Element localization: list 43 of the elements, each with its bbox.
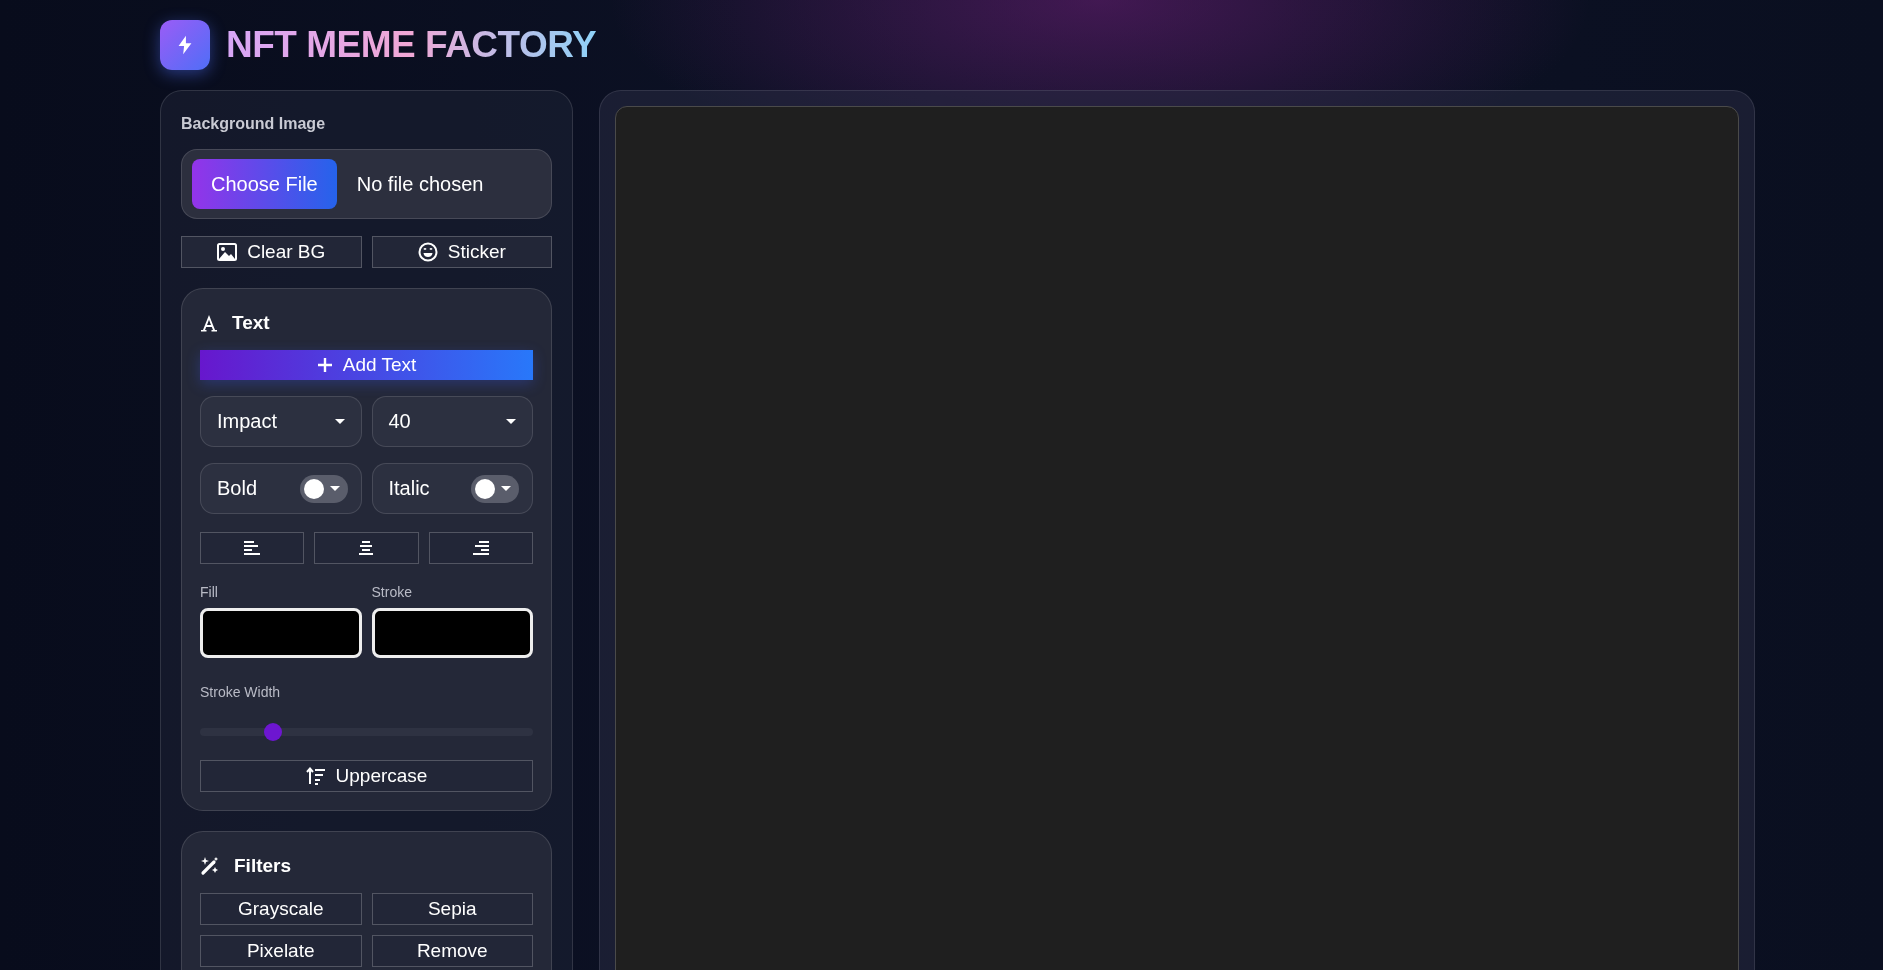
toggle-label: Bold [217,477,258,500]
align-icon [471,540,490,556]
panel-title: Text [232,312,270,334]
image-icon [217,243,238,261]
logo-icon [160,20,210,70]
align-icon [243,540,262,556]
filter-button[interactable]: Grayscale [200,893,362,925]
uppercase-button[interactable]: Uppercase [200,760,533,792]
sticker-button[interactable]: Sticker [371,236,552,268]
plus-icon [316,357,333,373]
caret-icon [334,418,345,425]
align-center-button[interactable] [314,532,419,564]
panel-title: Filters [234,855,292,877]
toggle-label: Italic [388,477,430,500]
color-label: Stroke [371,584,413,600]
letter-icon [200,314,218,332]
file-status: No file chosen [356,172,484,196]
slider-label: Stroke Width [200,684,282,700]
clear-background-button[interactable]: Clear BG [181,236,362,268]
smiley-icon [417,242,438,262]
color-label: Fill [200,584,219,600]
choose-file-button[interactable]: Choose File [192,159,337,209]
magic-wand-icon [200,856,220,876]
caret-icon [501,485,511,492]
color-picker[interactable] [371,608,533,658]
color-picker[interactable] [200,608,362,658]
align-left-button[interactable] [200,532,305,564]
toggle-switch[interactable] [299,474,348,503]
caret-icon [506,418,516,425]
toggle-switch[interactable] [471,474,519,503]
filter-button[interactable]: Remove [371,935,533,967]
caret-icon [329,485,340,492]
dropdown[interactable]: 40 [371,396,533,447]
filter-button[interactable]: Pixelate [200,935,362,967]
file-input[interactable]: Choose File No file chosen [181,149,552,219]
slider-thumb[interactable] [264,723,283,741]
add-text-button[interactable]: Add Text [200,350,533,380]
dropdown[interactable]: Impact [200,396,362,447]
align-icon [357,540,376,556]
section-label: Background Image [181,115,327,133]
sort-icon [305,767,326,785]
filter-button[interactable]: Sepia [371,893,533,925]
align-right-button[interactable] [428,532,533,564]
